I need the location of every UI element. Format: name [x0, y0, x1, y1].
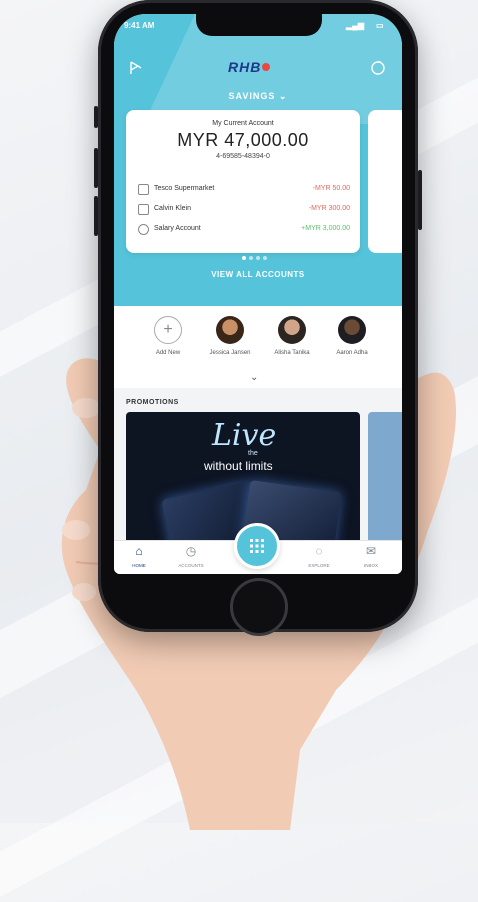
- nav-home[interactable]: ⌂ HOME: [114, 544, 164, 568]
- notch: [196, 14, 322, 36]
- menu-grid-button[interactable]: [234, 523, 280, 569]
- side-button: [94, 196, 98, 236]
- avatar: [278, 316, 306, 344]
- clock-icon: ◷: [185, 544, 197, 558]
- signal-icon: ▂▄▆: [346, 21, 364, 30]
- menu-icon[interactable]: [128, 60, 144, 76]
- rhb-logo: RHB: [228, 59, 262, 75]
- nav-explore[interactable]: ◌ EXPLORE: [294, 544, 344, 568]
- shopping-bag-icon: [138, 204, 149, 215]
- side-button: [94, 148, 98, 188]
- nav-inbox[interactable]: ✉ INBOX: [346, 544, 396, 568]
- phone-screen: 9:41 AM ▂▄▆ ▭ RHB SAVINGS ⌄ My Current A…: [114, 14, 402, 574]
- chevron-down-icon[interactable]: ⌄: [250, 372, 258, 383]
- refresh-icon[interactable]: [370, 60, 386, 76]
- explore-icon: ◌: [315, 544, 323, 558]
- shopping-bag-icon: [138, 184, 149, 195]
- account-number: 4-69585-48394-0: [216, 153, 270, 160]
- account-card[interactable]: My Current Account MYR 47,000.00 4-69585…: [126, 110, 360, 253]
- nav-accounts[interactable]: ◷ ACCOUNTS: [166, 544, 216, 568]
- account-balance: MYR 47,000.00: [177, 130, 309, 150]
- side-button: [418, 170, 422, 230]
- status-time: 9:41 AM: [124, 21, 155, 30]
- avatar: [216, 316, 244, 344]
- favourite-contact[interactable]: Aaron Adha: [324, 316, 380, 356]
- account-type: My Current Account: [212, 120, 274, 127]
- transaction-row[interactable]: Tesco Supermarket -MYR 50.00: [138, 184, 350, 196]
- promo-headline: Live: [212, 418, 277, 453]
- favourite-contact[interactable]: Alisha Tanika: [264, 316, 320, 356]
- grid-icon: [250, 539, 264, 553]
- salary-icon: [138, 224, 149, 235]
- promo-small-text: the: [248, 450, 258, 457]
- logo-dot: [262, 63, 270, 71]
- promo-subtitle: without limits: [204, 459, 273, 473]
- carousel-dots: [242, 247, 270, 265]
- home-button[interactable]: [230, 578, 288, 636]
- tab-savings[interactable]: SAVINGS ⌄: [114, 91, 402, 102]
- favourite-contact[interactable]: Jessica Jansen: [202, 316, 258, 356]
- battery-icon: ▭: [376, 21, 384, 30]
- add-icon: +: [154, 316, 182, 344]
- side-button: [94, 106, 98, 128]
- promotions-title: PROMOTIONS: [126, 399, 179, 406]
- inbox-icon: ✉: [365, 544, 377, 558]
- next-account-card[interactable]: [368, 110, 402, 253]
- transaction-row[interactable]: Calvin Klein -MYR 300.00: [138, 204, 350, 216]
- avatar: [338, 316, 366, 344]
- phone-device: 9:41 AM ▂▄▆ ▭ RHB SAVINGS ⌄ My Current A…: [94, 0, 422, 636]
- transaction-row[interactable]: Salary Account +MYR 3,000.00: [138, 224, 350, 236]
- view-all-accounts-link[interactable]: VIEW ALL ACCOUNTS: [114, 270, 402, 279]
- next-promotion[interactable]: [368, 412, 402, 546]
- favourite-add-new[interactable]: + Add New: [140, 316, 196, 356]
- home-icon: ⌂: [135, 544, 143, 558]
